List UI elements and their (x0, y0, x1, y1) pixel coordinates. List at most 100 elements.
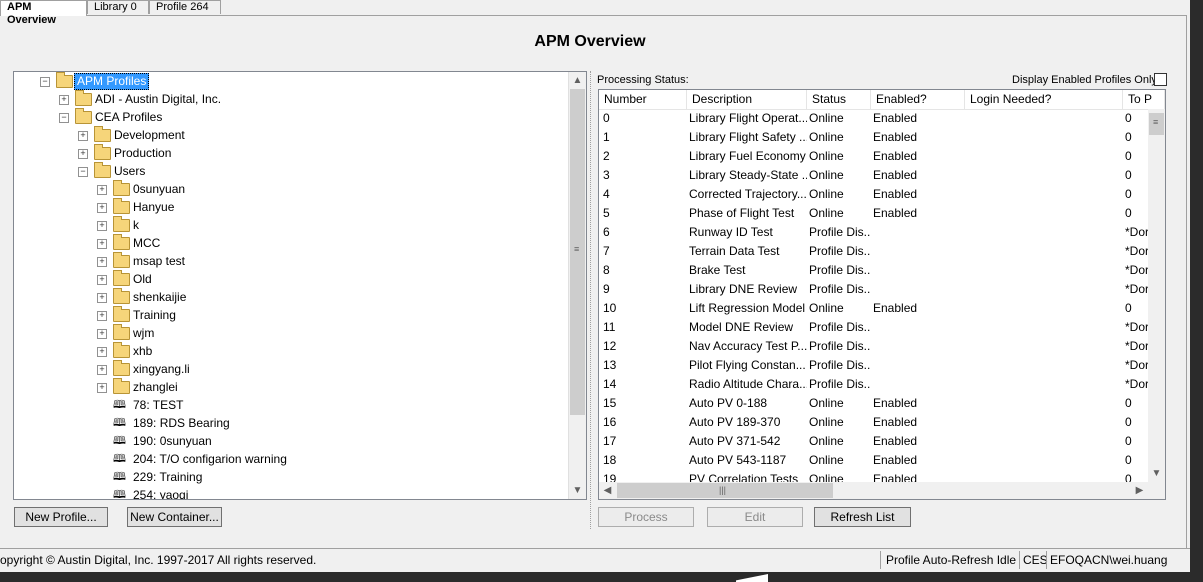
table-row[interactable]: 14 Radio Altitude Chara... Profile Dis... *… (599, 375, 1149, 394)
new-profile-button[interactable]: New Profile... (14, 507, 108, 527)
table-row[interactable]: 7 Terrain Data Test Profile Dis... *Dor (599, 242, 1149, 261)
cell-status: Online (809, 149, 844, 163)
table-row[interactable]: 11 Model DNE Review Profile Dis... *Dor (599, 318, 1149, 337)
table-row[interactable]: 2 Library Fuel Economy Online Enabled 0 (599, 147, 1148, 166)
table-row[interactable]: 9 Library DNE Review Profile Dis... *Dor (599, 280, 1149, 299)
table-row[interactable]: 0 Library Flight Operat... Online Enabled 0 (599, 109, 1148, 128)
tree-item[interactable]: + xingyang.li (14, 360, 569, 378)
column-header-enabled[interactable]: Enabled? (871, 90, 965, 109)
tree-item[interactable]: − CEA Profiles (14, 108, 569, 126)
tree-item[interactable]: + ADI - Austin Digital, Inc. (14, 90, 569, 108)
tree-item[interactable]: 🕮 254: yaoqi (14, 486, 569, 499)
tree-item[interactable]: 🕮 189: RDS Bearing (14, 414, 569, 432)
tree-vertical-scrollbar[interactable]: ▲ ≡ ▼ (568, 72, 586, 499)
refresh-list-button[interactable]: Refresh List (814, 507, 911, 527)
tree-item[interactable]: 🕮 204: T/O configarion warning (14, 450, 569, 468)
tab-library[interactable]: Library 0 (87, 0, 149, 14)
pane-splitter[interactable] (590, 71, 592, 529)
tree-item[interactable]: + wjm (14, 324, 569, 342)
tree-item[interactable]: + Hanyue (14, 198, 569, 216)
edit-button[interactable]: Edit (707, 507, 803, 527)
expand-icon[interactable]: + (97, 275, 107, 285)
expand-icon[interactable]: + (59, 95, 69, 105)
table-row[interactable]: 10 Lift Regression Model Online Enabled 0 (599, 299, 1148, 318)
expand-icon[interactable]: + (97, 239, 107, 249)
table-row[interactable]: 12 Nav Accuracy Test P... Profile Dis... *D… (599, 337, 1149, 356)
tree-item[interactable]: 🕮 190: 0sunyuan (14, 432, 569, 450)
tree-item[interactable]: + k (14, 216, 569, 234)
table-row[interactable]: 1 Library Flight Safety ... Online Enabled 0 (599, 128, 1148, 147)
cell-number: 1 (603, 130, 610, 144)
expand-icon[interactable]: + (97, 203, 107, 213)
table-row[interactable]: 3 Library Steady-State ... Online Enabled 0 (599, 166, 1148, 185)
tree-item[interactable]: + Old (14, 270, 569, 288)
column-header-description[interactable]: Description (687, 90, 807, 109)
cell-description: Brake Test (689, 263, 746, 277)
table-row[interactable]: 16 Auto PV 189-370 Online Enabled 0 (599, 413, 1148, 432)
collapse-icon[interactable]: − (59, 113, 69, 123)
table-row[interactable]: 5 Phase of Flight Test Online Enabled 0 (599, 204, 1148, 223)
grid-scroll-thumb[interactable]: ≡ (1149, 113, 1164, 135)
tab-profile[interactable]: Profile 264 (149, 0, 221, 14)
table-row[interactable]: 15 Auto PV 0-188 Online Enabled 0 (599, 394, 1148, 413)
scroll-up-icon[interactable]: ▲ (569, 72, 586, 89)
display-enabled-checkbox[interactable] (1154, 73, 1167, 86)
expand-icon[interactable]: + (97, 185, 107, 195)
expand-icon[interactable]: + (97, 365, 107, 375)
profile-tree[interactable]: − APM Profiles + ADI - Austin Digital, Inc.… (13, 71, 587, 500)
expand-icon[interactable]: + (97, 383, 107, 393)
tree-item[interactable]: + msap test (14, 252, 569, 270)
process-button[interactable]: Process (598, 507, 694, 527)
cell-number: 18 (603, 453, 617, 467)
collapse-icon[interactable]: − (78, 167, 88, 177)
scroll-left-icon[interactable]: ◀ (599, 482, 616, 499)
tree-item[interactable]: + MCC (14, 234, 569, 252)
tree-item[interactable]: − Users (14, 162, 569, 180)
cell-status: Online (809, 168, 844, 182)
collapse-icon[interactable]: − (40, 77, 50, 87)
tree-item[interactable]: + Training (14, 306, 569, 324)
scroll-right-icon[interactable]: ▶ (1131, 482, 1148, 499)
table-row[interactable]: 8 Brake Test Profile Dis... *Dor (599, 261, 1149, 280)
table-row[interactable]: 17 Auto PV 371-542 Online Enabled 0 (599, 432, 1148, 451)
table-row[interactable]: 18 Auto PV 543-1187 Online Enabled 0 (599, 451, 1148, 470)
cell-description: Corrected Trajectory... (689, 187, 807, 201)
expand-icon[interactable]: + (97, 293, 107, 303)
column-header-status[interactable]: Status (807, 90, 871, 109)
expand-icon[interactable]: + (97, 257, 107, 267)
expand-icon[interactable]: + (97, 347, 107, 357)
column-header-login-needed[interactable]: Login Needed? (965, 90, 1123, 109)
tree-item[interactable]: + Development (14, 126, 569, 144)
table-row[interactable]: 6 Runway ID Test Profile Dis... *Dor (599, 223, 1149, 242)
expand-icon[interactable]: + (97, 329, 107, 339)
expand-icon[interactable]: + (97, 311, 107, 321)
expand-icon[interactable]: + (97, 221, 107, 231)
grid-horizontal-scrollbar[interactable]: ◀ ||| ▶ (599, 482, 1148, 499)
table-row[interactable]: 13 Pilot Flying Constan... Profile Dis... *… (599, 356, 1149, 375)
expand-icon[interactable]: + (78, 149, 88, 159)
processing-status-grid[interactable]: Number Description Status Enabled? Login… (598, 89, 1166, 500)
tree-item[interactable]: + xhb (14, 342, 569, 360)
grid-vertical-scrollbar[interactable]: ≡ ▼ (1148, 109, 1165, 482)
scroll-thumb[interactable]: ≡ (570, 89, 585, 415)
tree-item[interactable]: + Production (14, 144, 569, 162)
tree-item[interactable]: 🕮 229: Training (14, 468, 569, 486)
cell-number: 13 (603, 358, 617, 372)
tab-apm-overview[interactable]: APM Overview (0, 0, 87, 26)
grid-hscroll-thumb[interactable]: ||| (617, 483, 833, 498)
expand-icon[interactable]: + (78, 131, 88, 141)
column-header-to-process[interactable]: To P (1123, 90, 1165, 109)
scroll-down-icon[interactable]: ▼ (569, 482, 586, 499)
tree-item[interactable]: + shenkaijie (14, 288, 569, 306)
new-container-button[interactable]: New Container... (127, 507, 222, 527)
column-header-number[interactable]: Number (599, 90, 687, 109)
tree-item[interactable]: − APM Profiles (14, 72, 569, 90)
table-row[interactable]: 4 Corrected Trajectory... Online Enabled 0 (599, 185, 1148, 204)
tree-item[interactable]: + zhanglei (14, 378, 569, 396)
tree-item[interactable]: +0sunyuan (14, 180, 569, 198)
cell-enabled (873, 223, 963, 242)
tree-item-label: 0sunyuan (133, 182, 186, 196)
tree-item[interactable]: 🕮 78: TEST (14, 396, 569, 414)
scroll-down-icon[interactable]: ▼ (1148, 465, 1165, 482)
cell-login-needed (967, 432, 1117, 451)
